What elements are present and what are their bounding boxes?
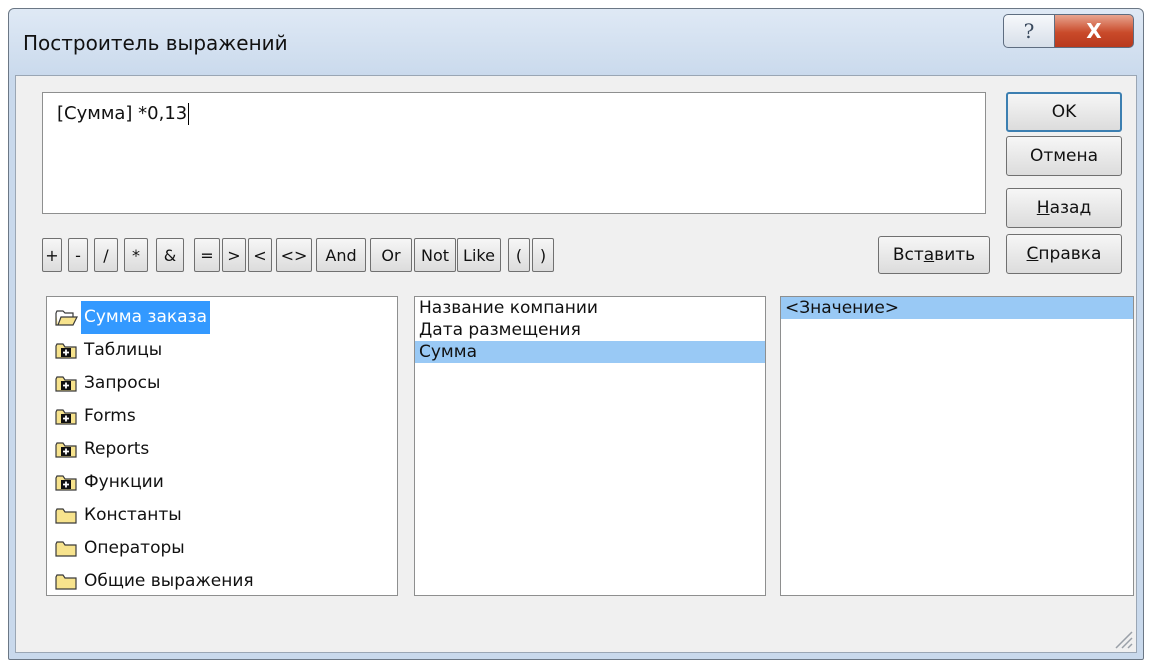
paste-label-pre: Вст bbox=[892, 245, 924, 265]
object-tree-list[interactable]: Сумма заказа Таблицы Запросы Forms Reports Фу… bbox=[46, 296, 398, 596]
folder-icon bbox=[55, 573, 77, 590]
operator-less-than-button[interactable]: < bbox=[248, 238, 272, 272]
expand-folder-icon[interactable] bbox=[55, 474, 79, 492]
tree-item[interactable]: Функции bbox=[47, 466, 397, 499]
expression-builder-dialog: Построитель выражений ? X [Сумма] *0,13 … bbox=[8, 8, 1144, 660]
operator-greater-than-button[interactable]: > bbox=[222, 238, 246, 272]
tree-item-label: Сумма заказа bbox=[81, 301, 211, 334]
tree-item-label: Таблицы bbox=[84, 340, 163, 360]
expand-folder-icon[interactable] bbox=[55, 375, 79, 393]
close-button[interactable]: X bbox=[1054, 14, 1134, 48]
help-label-accel: С bbox=[1026, 244, 1039, 264]
question-icon: ? bbox=[1023, 19, 1035, 43]
operator-or-button[interactable]: Or bbox=[370, 238, 412, 272]
window-title: Построитель выражений bbox=[23, 31, 288, 55]
tree-item-label: Константы bbox=[84, 505, 182, 525]
tree-item[interactable]: Таблицы bbox=[47, 334, 397, 367]
operator-not-equal-button[interactable]: <> bbox=[276, 238, 312, 272]
paste-label-accel: а bbox=[923, 245, 935, 265]
field-item[interactable]: Дата размещения bbox=[415, 319, 765, 341]
operator-not-button[interactable]: Not bbox=[414, 238, 456, 272]
operator-minus-button[interactable]: - bbox=[68, 238, 88, 272]
close-icon: X bbox=[1086, 19, 1102, 43]
ok-button[interactable]: OK bbox=[1006, 92, 1122, 132]
operator-open-paren-button[interactable]: ( bbox=[508, 238, 530, 272]
paste-label-post: вить bbox=[934, 245, 976, 265]
open-folder-icon bbox=[55, 309, 78, 326]
expand-folder-icon[interactable] bbox=[55, 408, 79, 426]
tree-item-label: Forms bbox=[84, 406, 136, 426]
value-item-label: <Значение> bbox=[785, 298, 900, 318]
value-item[interactable]: <Значение> bbox=[781, 297, 1133, 319]
help-label-post: правка bbox=[1038, 244, 1102, 264]
folder-icon bbox=[55, 507, 77, 524]
tree-item-label: Функции bbox=[84, 472, 164, 492]
operator-ampersand-button[interactable]: & bbox=[156, 238, 184, 272]
expression-input[interactable]: [Сумма] *0,13 bbox=[42, 92, 986, 214]
tree-item[interactable]: Forms bbox=[47, 400, 397, 433]
operator-like-button[interactable]: Like bbox=[457, 238, 501, 272]
text-caret bbox=[188, 103, 190, 125]
field-item[interactable]: Название компании bbox=[415, 297, 765, 319]
field-item-label: Название компании bbox=[419, 298, 598, 318]
tree-item[interactable]: Константы bbox=[47, 499, 397, 532]
tree-item-label: Операторы bbox=[84, 538, 185, 558]
cancel-button[interactable]: Отмена bbox=[1006, 136, 1122, 176]
operator-close-paren-button[interactable]: ) bbox=[532, 238, 554, 272]
expand-folder-icon[interactable] bbox=[55, 441, 79, 459]
tree-item[interactable]: Сумма заказа bbox=[47, 301, 397, 334]
field-item[interactable]: Сумма bbox=[415, 341, 765, 363]
help-title-button[interactable]: ? bbox=[1003, 14, 1055, 48]
paste-button[interactable]: Вст а вить bbox=[878, 236, 990, 274]
value-list[interactable]: <Значение> bbox=[780, 296, 1134, 596]
field-list[interactable]: Название компании Дата размещения Сумма bbox=[414, 296, 766, 596]
tree-item[interactable]: Запросы bbox=[47, 367, 397, 400]
dialog-body: [Сумма] *0,13 OK Отмена Назад Справка + -… bbox=[15, 75, 1137, 653]
expand-folder-icon[interactable] bbox=[55, 342, 79, 360]
field-item-label: Дата размещения bbox=[419, 320, 581, 340]
tree-item[interactable]: Операторы bbox=[47, 532, 397, 565]
back-label-accel: Н bbox=[1036, 198, 1050, 218]
folder-icon bbox=[55, 540, 77, 557]
operator-plus-button[interactable]: + bbox=[42, 238, 62, 272]
field-item-label: Сумма bbox=[419, 342, 477, 362]
tree-item-label: Reports bbox=[84, 439, 150, 459]
expression-text: [Сумма] *0,13 bbox=[57, 103, 188, 124]
tree-item-label: Запросы bbox=[84, 373, 161, 393]
tree-item[interactable]: Общие выражения bbox=[47, 565, 397, 595]
back-button[interactable]: Назад bbox=[1006, 188, 1122, 228]
help-button[interactable]: Справка bbox=[1006, 234, 1122, 274]
back-label-post: азад bbox=[1049, 198, 1092, 218]
operator-divide-button[interactable]: / bbox=[94, 238, 118, 272]
operator-and-button[interactable]: And bbox=[316, 238, 366, 272]
operator-equals-button[interactable]: = bbox=[194, 238, 220, 272]
tree-item-label: Общие выражения bbox=[84, 571, 254, 591]
resize-grip-icon[interactable] bbox=[1112, 628, 1134, 650]
operator-multiply-button[interactable]: * bbox=[124, 238, 148, 272]
tree-item[interactable]: Reports bbox=[47, 433, 397, 466]
title-bar: Построитель выражений ? X bbox=[9, 9, 1143, 75]
